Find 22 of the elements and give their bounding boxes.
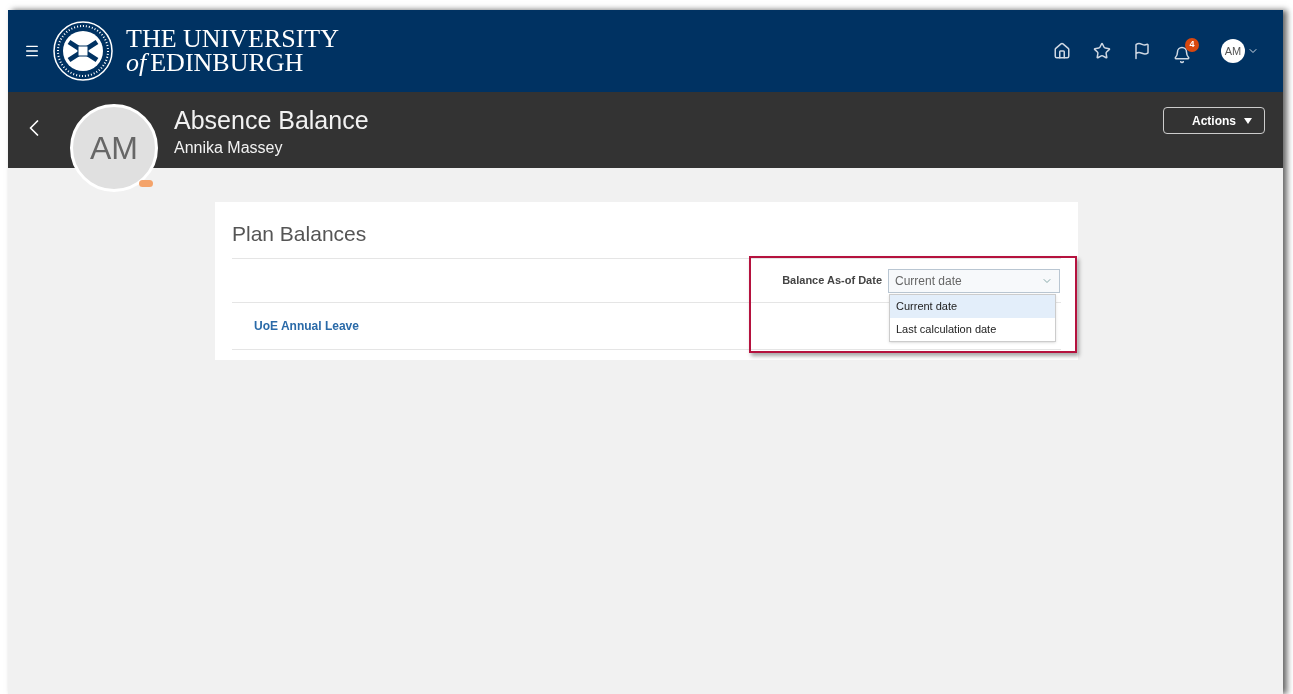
dropdown-option[interactable]: Last calculation date — [890, 317, 1055, 341]
notifications-button[interactable]: 4 — [1173, 38, 1199, 64]
dropdown-option[interactable]: Current date — [890, 294, 1055, 318]
actions-button[interactable]: Actions — [1163, 107, 1265, 134]
card-title: Plan Balances — [232, 218, 1061, 259]
page-title: Absence Balance — [174, 105, 369, 136]
avatar: AM — [70, 104, 158, 192]
flag-icon[interactable] — [1133, 42, 1151, 60]
field-label: Balance As-of Date — [782, 273, 882, 289]
logo-text: THE UNIVERSITY — [126, 27, 340, 51]
menu-icon[interactable] — [24, 43, 40, 59]
logo-text: EDINBURGH — [150, 51, 304, 75]
logo-text: of — [126, 51, 147, 75]
university-seal-drawing — [52, 20, 114, 82]
date-select[interactable]: Current date — [888, 268, 1060, 293]
star-icon[interactable] — [1093, 42, 1111, 60]
plan-link[interactable]: UoE Annual Leave — [254, 316, 359, 335]
notification-badge: 4 — [1185, 38, 1199, 52]
home-icon[interactable] — [1053, 42, 1071, 60]
status-icon — [139, 180, 153, 187]
person-name: Annika Massey — [174, 138, 284, 158]
caret-icon — [1244, 117, 1252, 124]
